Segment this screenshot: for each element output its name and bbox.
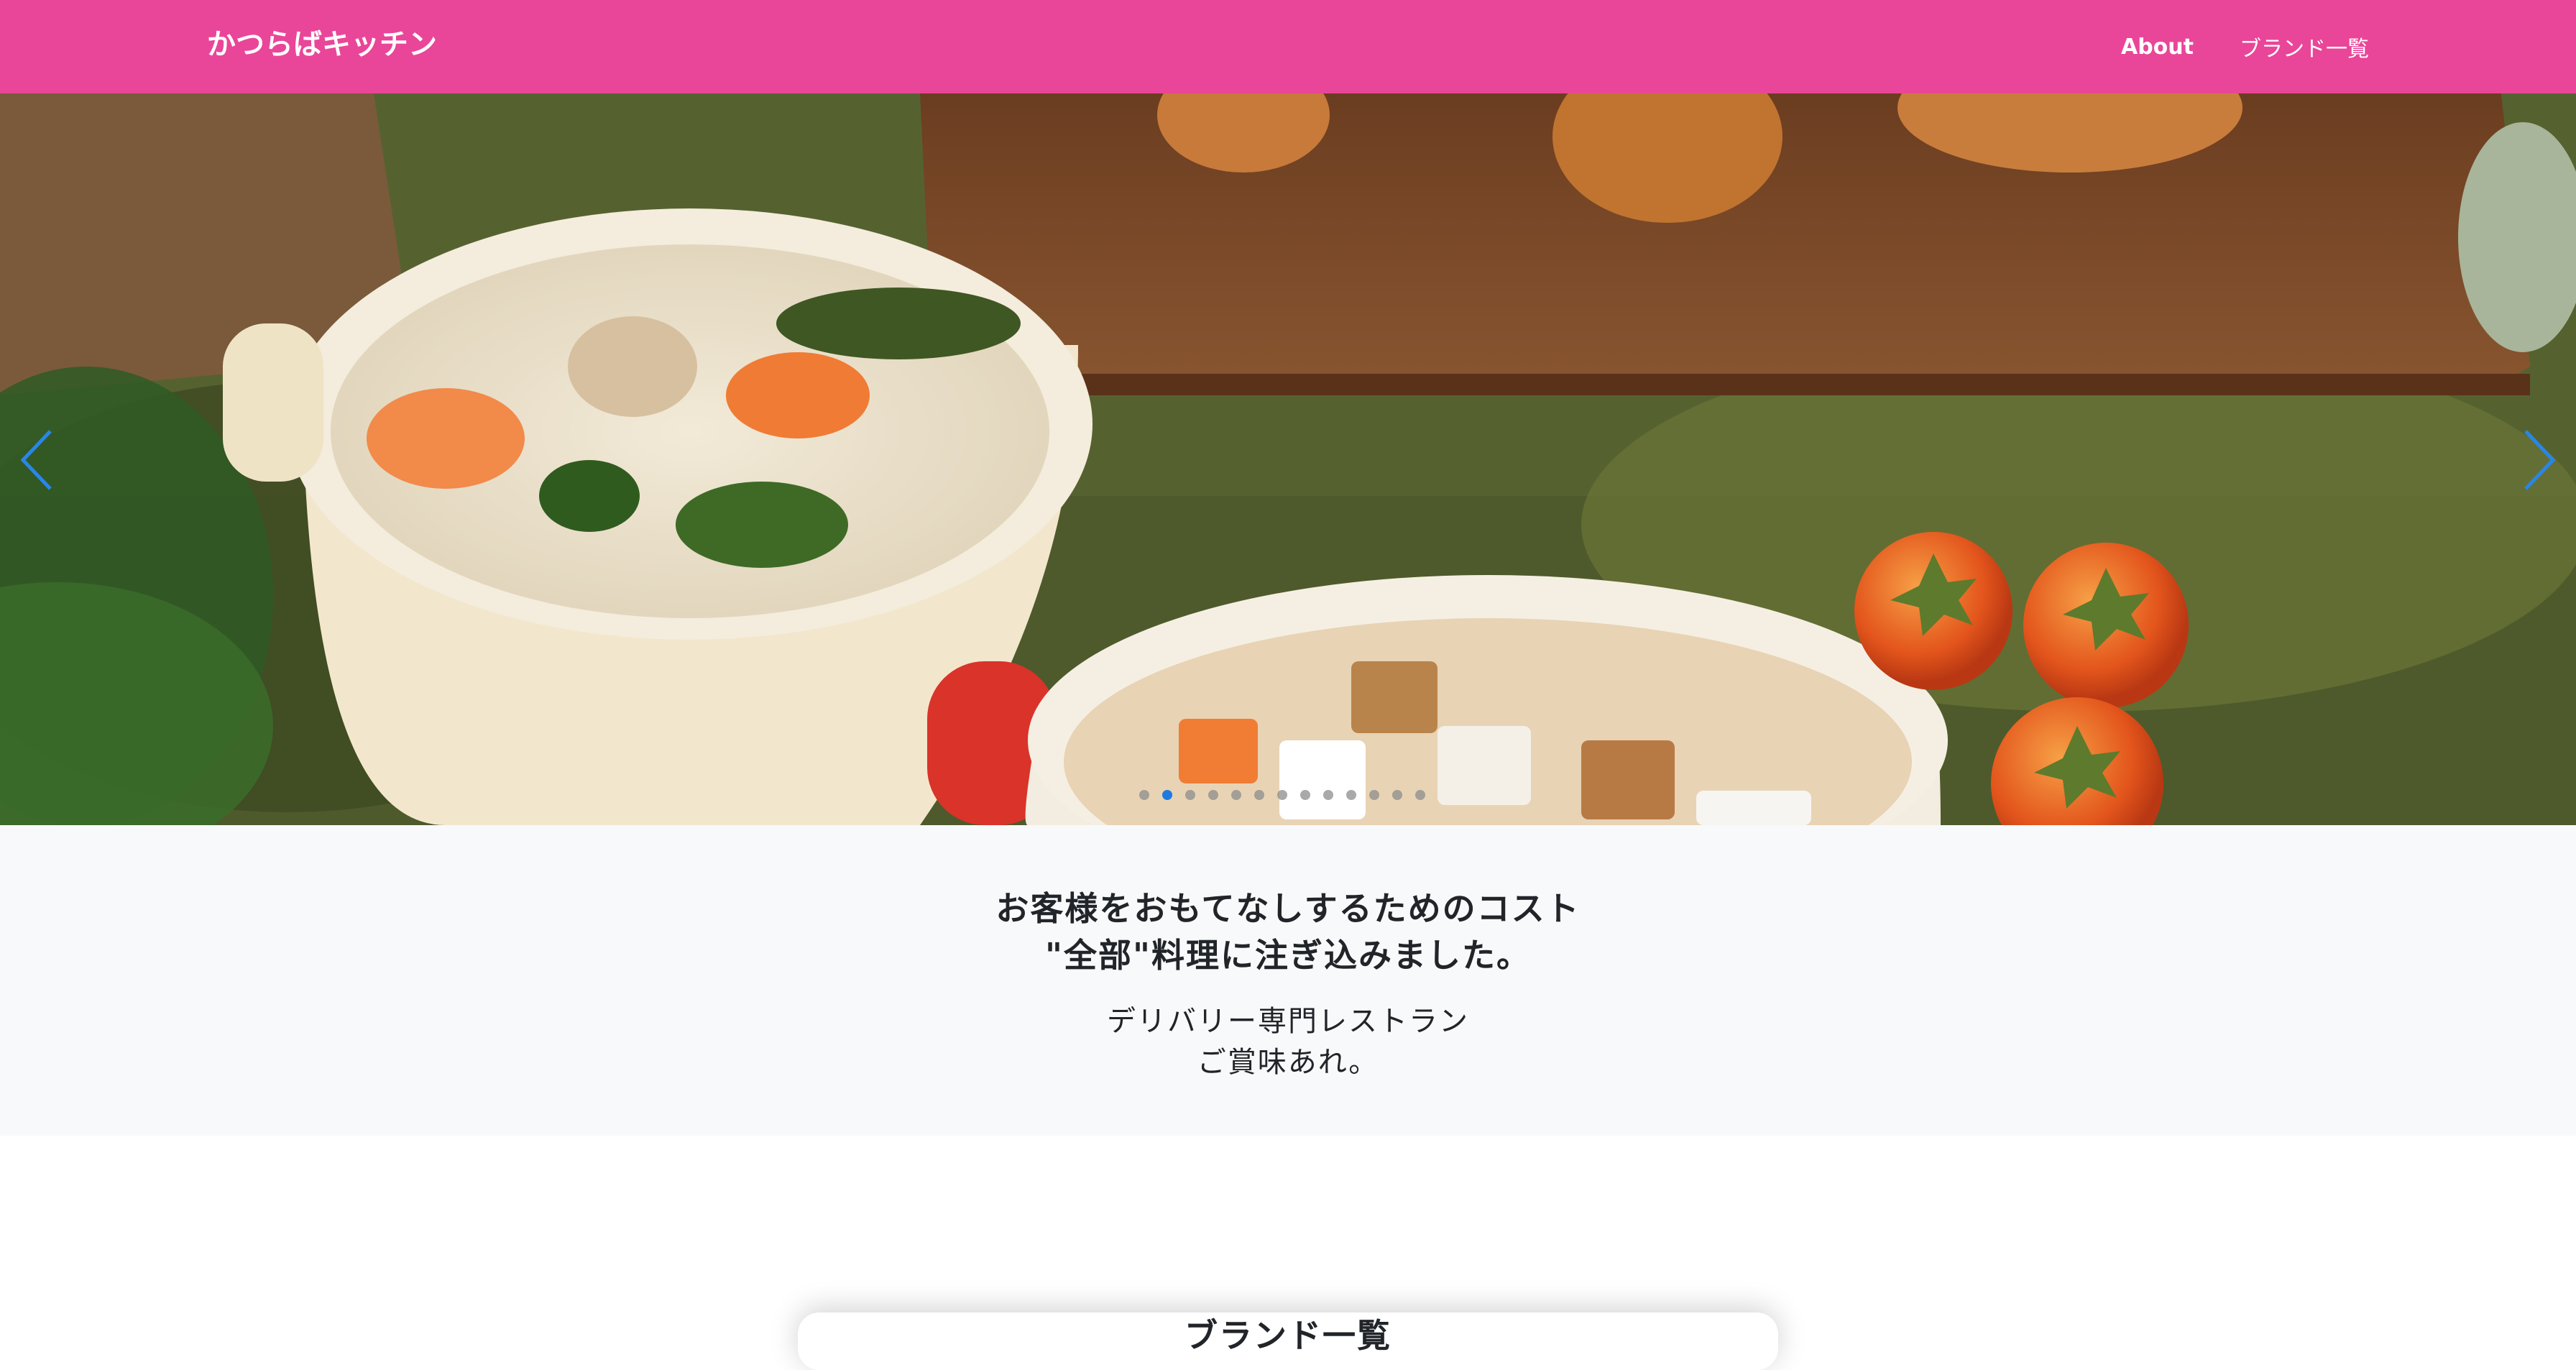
brand-list-title: ブランド一覧 <box>1184 1316 1392 1355</box>
carousel-indicator[interactable] <box>1185 790 1195 800</box>
chevron-right-icon <box>2524 430 2556 490</box>
carousel-indicator[interactable] <box>1139 790 1149 800</box>
carousel-indicator[interactable] <box>1369 790 1379 800</box>
carousel-indicator[interactable] <box>1231 790 1241 800</box>
carousel-indicator[interactable] <box>1346 790 1356 800</box>
carousel-indicator[interactable] <box>1323 790 1333 800</box>
carousel-indicator[interactable] <box>1254 790 1264 800</box>
hero-subtext-line1: デリバリー専門レストラン <box>1107 1005 1469 1038</box>
hero-caption: お客様をおもてなしするためのコスト "全部"料理に注ぎ込みました。 デリバリー専… <box>0 825 2576 1136</box>
hero-subtext-line2: ご賞味あれ。 <box>1197 1046 1379 1079</box>
carousel-next-button[interactable] <box>2511 403 2569 518</box>
carousel-indicator[interactable] <box>1392 790 1402 800</box>
chevron-left-icon <box>20 430 52 490</box>
hero-carousel <box>0 93 2576 825</box>
carousel-slide-image <box>0 93 2576 825</box>
carousel-indicator[interactable] <box>1415 790 1425 800</box>
nav-link-brand-list[interactable]: ブランド一覧 <box>2240 31 2369 63</box>
brand-logo-link[interactable]: かつらばキッチン <box>207 0 437 93</box>
nav-link-about[interactable]: About <box>2121 35 2194 60</box>
hero-headline-line2: "全部"料理に注ぎ込みました。 <box>1045 936 1531 975</box>
carousel-indicator[interactable] <box>1208 790 1218 800</box>
brand-list-section: ブランド一覧 <box>0 1136 2576 1370</box>
carousel-indicator[interactable] <box>1162 790 1172 800</box>
carousel-prev-button[interactable] <box>7 403 65 518</box>
nav-links: About ブランド一覧 <box>2121 0 2369 93</box>
carousel-indicators <box>1139 786 1425 804</box>
carousel-indicator[interactable] <box>1277 790 1287 800</box>
carousel-indicator[interactable] <box>1300 790 1310 800</box>
hero-headline-line1: お客様をおもてなしするためのコスト <box>995 889 1581 928</box>
navbar: かつらばキッチン About ブランド一覧 <box>0 0 2576 93</box>
